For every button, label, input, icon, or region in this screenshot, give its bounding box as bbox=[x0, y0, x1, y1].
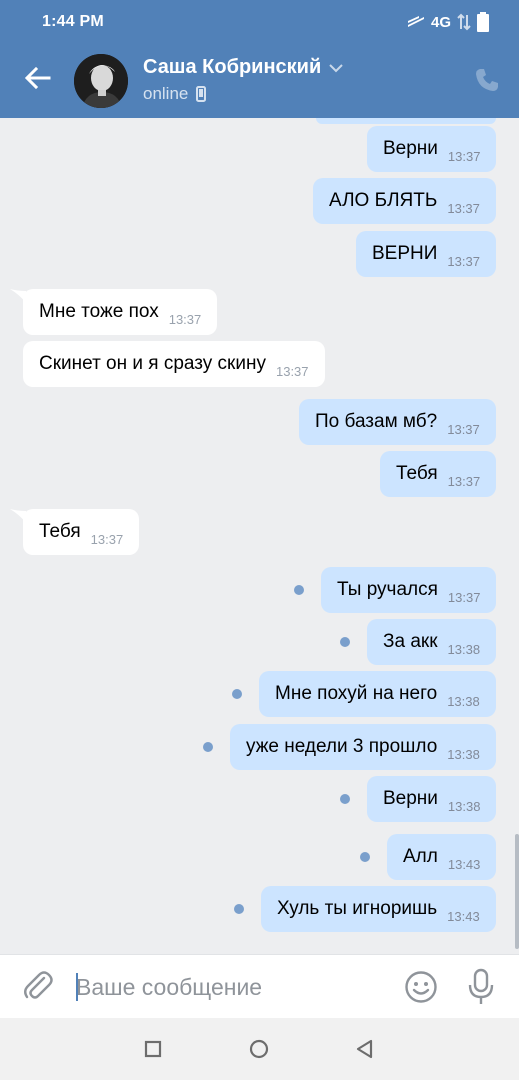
status-indicators: 4G bbox=[407, 11, 489, 33]
avatar[interactable] bbox=[74, 54, 128, 108]
network-type: 4G bbox=[430, 13, 451, 31]
battery-icon bbox=[477, 12, 489, 32]
smiley-icon bbox=[405, 971, 437, 1003]
message-time: 13:37 bbox=[447, 200, 480, 216]
wifi-icon bbox=[407, 16, 424, 27]
message-text: Ты ручался bbox=[337, 579, 438, 600]
online-status: online bbox=[143, 84, 189, 103]
arrow-left-icon bbox=[25, 67, 51, 89]
outgoing-message[interactable]: Алл 13:43 bbox=[387, 834, 497, 880]
message-text: АЛО БЛЯТЬ bbox=[329, 190, 438, 211]
outgoing-message[interactable]: АЛО БЛЯТЬ 13:37 bbox=[313, 178, 496, 224]
outgoing-message[interactable]: Ты ручался 13:37 bbox=[321, 567, 497, 613]
message-time: 13:38 bbox=[447, 693, 480, 709]
previous-message-edge bbox=[316, 118, 496, 124]
message-time: 13:38 bbox=[447, 798, 481, 814]
chat-header: Саша Кобринский online bbox=[0, 44, 519, 118]
message-time: 13:37 bbox=[168, 311, 202, 327]
contact-name: Саша Кобринский bbox=[143, 56, 322, 78]
message-text: уже недели 3 прошло bbox=[246, 736, 438, 757]
attach-button[interactable] bbox=[22, 969, 54, 1003]
unread-indicator bbox=[340, 637, 350, 647]
message-text: Мне похуй на него bbox=[275, 683, 438, 704]
bubble-tail bbox=[10, 289, 26, 303]
status-bar: 1:44 PM 4G bbox=[0, 0, 519, 44]
composer bbox=[0, 954, 519, 1018]
outgoing-message[interactable]: Мне похуй на него 13:38 bbox=[259, 671, 496, 717]
contact-status: online bbox=[143, 84, 207, 104]
text-cursor bbox=[76, 973, 78, 1001]
signal-arrows-icon bbox=[457, 13, 471, 31]
back-nav-button[interactable] bbox=[352, 1036, 378, 1062]
unread-indicator bbox=[203, 742, 213, 752]
message-text: Тебя bbox=[396, 463, 438, 484]
microphone-icon bbox=[468, 968, 494, 1004]
incoming-message[interactable]: Скинет он и я сразу скину 13:37 bbox=[23, 341, 325, 387]
top-bar: 1:44 PM 4G Саша Кобринский online bbox=[0, 0, 519, 118]
voice-message-button[interactable] bbox=[466, 968, 496, 1006]
phone-icon bbox=[476, 69, 498, 91]
status-time: 1:44 PM bbox=[42, 13, 104, 30]
message-text: Хуль ты игноришь bbox=[277, 898, 438, 919]
outgoing-message[interactable]: Верни 13:38 bbox=[367, 776, 497, 822]
message-time: 13:38 bbox=[447, 641, 481, 657]
message-text: Верни bbox=[383, 788, 438, 809]
scrollbar[interactable] bbox=[515, 834, 519, 949]
unread-indicator bbox=[340, 794, 350, 804]
message-input[interactable] bbox=[76, 969, 386, 1005]
emoji-button[interactable] bbox=[404, 970, 438, 1004]
home-button[interactable] bbox=[246, 1036, 272, 1062]
message-text: За акк bbox=[383, 631, 438, 652]
message-time: 13:37 bbox=[447, 421, 480, 437]
message-time: 13:37 bbox=[447, 148, 481, 164]
call-button[interactable] bbox=[473, 66, 501, 94]
message-text: По базам мб? bbox=[315, 411, 438, 432]
mobile-phone-icon bbox=[196, 86, 207, 102]
outgoing-message[interactable]: По базам мб? 13:37 bbox=[299, 399, 496, 445]
message-time: 13:37 bbox=[90, 531, 124, 547]
triangle-back-icon bbox=[356, 1039, 373, 1059]
contact-name-row[interactable]: Саша Кобринский bbox=[143, 56, 343, 79]
avatar-image bbox=[74, 54, 128, 108]
message-text: Тебя bbox=[39, 521, 81, 542]
message-time: 13:43 bbox=[447, 908, 480, 924]
square-icon bbox=[144, 1040, 162, 1058]
message-text: Алл bbox=[403, 846, 438, 867]
incoming-message[interactable]: Тебя 13:37 bbox=[23, 509, 140, 555]
message-time: 13:37 bbox=[447, 473, 481, 489]
message-text: Верни bbox=[383, 138, 438, 159]
outgoing-message[interactable]: Хуль ты игноришь 13:43 bbox=[261, 886, 496, 932]
outgoing-message[interactable]: ВЕРНИ 13:37 bbox=[356, 231, 496, 277]
message-time: 13:37 bbox=[275, 363, 309, 379]
outgoing-message[interactable]: За акк 13:38 bbox=[367, 619, 497, 665]
paperclip-icon bbox=[24, 971, 53, 999]
circle-icon bbox=[249, 1039, 269, 1059]
message-time: 13:43 bbox=[447, 856, 481, 872]
chevron-down-icon bbox=[329, 63, 343, 72]
message-list[interactable]: Верни 13:37 АЛО БЛЯТЬ 13:37 ВЕРНИ 13:37 Мне то… bbox=[0, 118, 519, 954]
message-time: 13:38 bbox=[447, 746, 480, 762]
outgoing-message[interactable]: Тебя 13:37 bbox=[380, 451, 497, 497]
system-nav-bar bbox=[0, 1018, 519, 1080]
message-text: ВЕРНИ bbox=[372, 243, 438, 264]
message-time: 13:37 bbox=[447, 589, 481, 605]
unread-indicator bbox=[360, 852, 370, 862]
recents-button[interactable] bbox=[140, 1036, 166, 1062]
unread-indicator bbox=[234, 904, 244, 914]
outgoing-message[interactable]: Верни 13:37 bbox=[367, 126, 497, 172]
message-text: Мне тоже пох bbox=[39, 301, 159, 322]
message-text: Скинет он и я сразу скину bbox=[39, 353, 266, 374]
unread-indicator bbox=[232, 689, 242, 699]
message-time: 13:37 bbox=[447, 253, 480, 269]
outgoing-message[interactable]: уже недели 3 прошло 13:38 bbox=[230, 724, 496, 770]
unread-indicator bbox=[294, 585, 304, 595]
back-button[interactable] bbox=[22, 62, 54, 94]
bubble-tail bbox=[10, 509, 26, 523]
incoming-message[interactable]: Мне тоже пох 13:37 bbox=[23, 289, 218, 335]
